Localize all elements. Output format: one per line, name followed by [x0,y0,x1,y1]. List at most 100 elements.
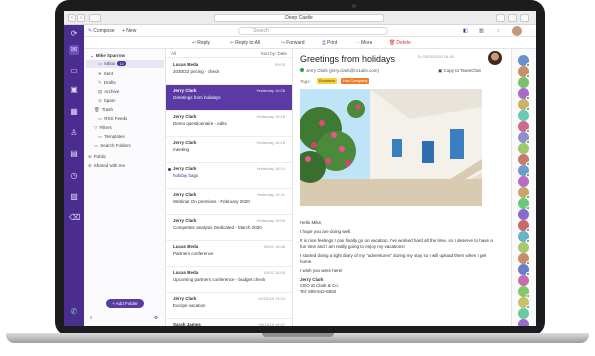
contact-avatar[interactable] [518,187,530,199]
sidebar-toggle-icon[interactable] [89,14,101,22]
sync-icon[interactable]: ⟳ [69,29,79,39]
folder-search-folders[interactable]: ▭ Search Folders [94,143,131,149]
contact-avatar[interactable] [518,242,529,253]
browser-chrome: ‹ › Deep Castle [64,11,536,25]
contact-avatar[interactable] [518,308,529,319]
contact-avatar[interactable] [518,176,529,187]
contact-avatar[interactable] [518,55,530,67]
unread-dot-icon [168,168,171,171]
trash-nav-icon[interactable]: ⌫ [69,213,80,223]
message-subject-preview: Europe vacation [173,303,206,308]
contact-avatar[interactable] [518,121,530,133]
compose-button[interactable]: ✎Compose [88,27,115,35]
reply-all-icon: ↩ [230,40,235,46]
user-avatar[interactable] [512,26,522,36]
columns-icon[interactable]: ▥ [479,27,484,35]
message-row[interactable]: Jerry Clark Yesterday 16:09 Competitor ana… [166,215,292,241]
meetings-icon[interactable]: ▣ [69,85,79,95]
message-row[interactable]: Lucas Beda 02/02 14:05 Upcoming partners c… [166,267,292,293]
delete-icon: 🗑 [389,40,396,46]
folder-drafts[interactable]: ✎ Drafts [98,80,116,86]
notes-icon[interactable]: ▧ [69,192,79,202]
folder-templates[interactable]: ▭ Templates [98,134,125,140]
contact-avatar[interactable] [518,264,530,276]
tag-business[interactable]: Business [317,78,338,84]
message-row[interactable]: Sarah James 04/11/19 14:47 [166,319,292,326]
share-icon[interactable] [496,14,505,22]
message-row[interactable]: Jerry Clark Yesterday 16:11 Webinar On pre… [166,189,292,215]
tag-hot-company[interactable]: Hot Company [341,78,370,84]
account-label: Mike Sparrow [95,53,126,58]
contact-avatar[interactable] [518,198,530,210]
new-tab-icon[interactable] [508,14,517,22]
reading-pane: Greetings from holidays Tu 03/03/2020 16… [293,49,511,326]
more-button[interactable]: ⋯More [355,39,372,47]
layout-icon[interactable]: ◧ [463,27,468,35]
contact-avatar[interactable] [518,99,530,111]
folder-archive[interactable]: ▤ Archive [98,89,119,95]
contacts-icon[interactable]: ♙ [69,128,79,138]
contact-avatar[interactable] [518,165,530,177]
account-item[interactable]: ⌄ Mike Sparrow [90,53,125,59]
url-bar[interactable]: Deep Castle [214,14,384,22]
folder-shared[interactable]: ⊕ Shared with me [88,163,125,169]
message-row[interactable]: Jerry Clark Yesterday 16:28 Greetings from… [166,85,292,111]
contact-avatar[interactable] [518,88,530,100]
chat-icon[interactable]: ▭ [69,66,79,76]
folder-settings-icon[interactable]: ⚙ [154,315,158,321]
message-row[interactable]: Jerry Clark Yesterday 16:18 Demo questionn… [166,111,292,137]
contact-avatar[interactable] [518,209,529,220]
folder-trash[interactable]: 🗑 Trash [94,107,113,113]
inbox-label: Inbox [104,61,116,66]
contact-avatar[interactable] [518,231,530,243]
contact-avatar[interactable] [518,154,530,166]
contact-avatar[interactable] [518,132,530,144]
files-icon[interactable]: ▤ [69,149,79,159]
folder-public[interactable]: ⊕ Public [88,154,106,160]
copy-to-teamchat-button[interactable]: ▣ Copy to TeamChat [438,68,481,74]
contacts-sidebar [511,49,536,326]
new-button[interactable]: + New [122,27,136,35]
list-sort[interactable]: Sort by: Date [261,49,287,58]
folder-sent[interactable]: ➤ Sent [98,71,113,77]
contact-avatar[interactable] [518,286,530,298]
add-folder-button[interactable]: + Add Folder [106,299,144,308]
folder-inbox[interactable]: ▭ Inbox 12 [86,60,164,68]
contact-avatar[interactable] [518,319,529,326]
message-row[interactable]: Jerry Clark Yesterday 16:16 meeting [166,137,292,163]
back-button[interactable]: ‹ [68,14,76,22]
folder-search-icon[interactable]: ⌕ [90,315,93,321]
trash-label: Trash [101,107,114,112]
tabs-icon[interactable] [520,14,529,22]
calendar-icon[interactable]: ▦ [69,107,79,117]
folder-filters[interactable]: ▽ Filters [94,125,112,131]
delete-button[interactable]: 🗑Delete [389,39,411,47]
forward-button[interactable]: › [77,14,85,22]
list-filter[interactable]: All [171,51,176,56]
contact-avatar[interactable] [518,110,529,121]
message-row[interactable]: Jerry Clark Yesterday 16:14 holiday bags [166,163,292,189]
contact-avatar[interactable] [518,66,530,78]
contact-avatar[interactable] [518,143,529,154]
print-button[interactable]: ⎙Print [322,39,337,47]
contact-avatar[interactable] [518,275,529,286]
bell-icon[interactable]: ♢ [496,27,500,35]
mail-icon[interactable]: ✉ [69,45,79,55]
contact-avatar[interactable] [518,77,529,88]
folder-spam[interactable]: ⊘ Spam [98,98,116,104]
folder-rss[interactable]: ▭ RSS Feeds [98,116,127,122]
clock-icon[interactable]: ◷ [69,171,79,181]
contact-avatar[interactable] [518,297,530,309]
message-row[interactable]: Lucas Beda 09:03 2030/22 pricing - check [166,59,292,85]
contact-avatar[interactable] [518,220,530,232]
search-input[interactable]: Search [238,27,388,35]
message-sender[interactable]: Jerry Clark (jerry.clark@m1abs.com) [300,68,379,74]
phone-icon[interactable]: ✆ [69,307,79,317]
message-row[interactable]: Lucas Beda 02/02 15:48 Partners conference [166,241,292,267]
laptop-notch [262,333,334,337]
contact-avatar[interactable] [518,253,530,265]
forward-message-button[interactable]: ↪Forward [281,39,305,47]
message-row[interactable]: Jerry Clark 02/22/19 13:24 Europe vacation [166,293,292,319]
reply-button[interactable]: ↩Reply [192,39,210,47]
reply-all-button[interactable]: ↩Reply to All [230,39,260,47]
